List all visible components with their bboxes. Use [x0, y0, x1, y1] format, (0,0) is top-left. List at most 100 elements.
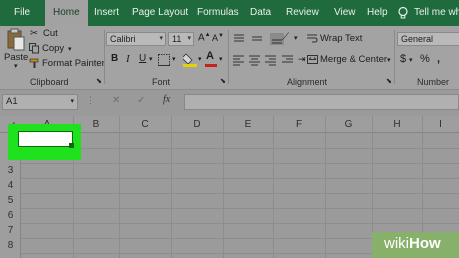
ribbon-divider — [228, 30, 229, 84]
wrap-text-icon[interactable] — [307, 33, 318, 44]
row-header-7[interactable]: 7 — [0, 225, 21, 236]
paste-dropdown-icon[interactable]: ▾ — [14, 62, 18, 70]
column-header-h[interactable]: H — [372, 116, 422, 133]
tab-help[interactable]: Help — [367, 0, 388, 26]
font-group-label: Font — [152, 77, 171, 87]
font-name-value: Calibri — [110, 34, 136, 44]
grid-line — [171, 116, 172, 258]
increase-font-size-icon[interactable]: A▲ — [198, 32, 211, 43]
column-header-i[interactable]: I — [422, 116, 459, 133]
formula-input[interactable] — [184, 94, 459, 110]
chevron-down-icon: ▾ — [70, 98, 74, 105]
tab-file[interactable]: File — [14, 0, 30, 26]
grid-line — [223, 116, 224, 258]
italic-button[interactable]: I — [126, 53, 130, 65]
bold-button[interactable]: B — [111, 53, 118, 64]
row-header-3[interactable]: 3 — [0, 165, 21, 176]
format-painter-icon[interactable] — [29, 58, 40, 69]
row-header-6[interactable]: 6 — [0, 210, 21, 221]
currency-button[interactable]: $ — [400, 53, 406, 65]
increase-indent-icon[interactable]: ⇥ — [298, 54, 306, 65]
tab-insert[interactable]: Insert — [94, 0, 119, 26]
wikihow-watermark: wikiHow — [372, 232, 459, 258]
font-size-select[interactable]: 11 ▾ — [168, 32, 194, 46]
number-format-value: General — [401, 34, 434, 44]
tab-view[interactable]: View — [334, 0, 356, 26]
row-header-8[interactable]: 8 — [0, 240, 21, 251]
chevron-down-icon: ▾ — [187, 35, 191, 42]
merge-center-dropdown-icon[interactable]: ▾ — [387, 56, 391, 64]
horizontal-align-icons[interactable] — [232, 54, 294, 66]
underline-dropdown-icon[interactable]: ▾ — [149, 55, 153, 63]
clipboard-launcher-icon[interactable]: ⬊ — [96, 77, 102, 85]
tab-review[interactable]: Review — [286, 0, 319, 26]
tab-home[interactable]: Home — [45, 0, 88, 26]
copy-dropdown-icon[interactable]: ▾ — [68, 45, 72, 53]
tell-me-search[interactable]: Tell me wha — [414, 0, 459, 26]
grid-line — [0, 208, 459, 209]
number-format-select[interactable]: General — [397, 32, 459, 46]
merge-center-button[interactable]: Merge & Center — [320, 54, 387, 65]
borders-icon[interactable] — [158, 54, 170, 66]
paste-icon[interactable] — [6, 28, 26, 52]
formula-bar: A1 ▾ ⋮ ✕ ✓ fx — [0, 91, 459, 113]
column-header-e[interactable]: E — [223, 116, 273, 133]
font-launcher-icon[interactable]: ⬊ — [220, 77, 226, 85]
comma-style-button[interactable]: , — [437, 53, 440, 65]
formula-bar-grip-icon[interactable]: ⋮ — [86, 95, 95, 106]
font-color-icon[interactable]: A — [206, 50, 214, 62]
ribbon-divider — [394, 30, 395, 84]
font-name-select[interactable]: Calibri ▾ — [106, 32, 166, 46]
merge-center-icon[interactable] — [307, 54, 318, 65]
font-color-swatch — [205, 64, 217, 67]
tab-formulas[interactable]: Formulas — [197, 0, 239, 26]
tab-data[interactable]: Data — [250, 0, 271, 26]
borders-dropdown-icon[interactable]: ▾ — [172, 55, 176, 63]
menu-bar: File Home Insert Page Layout Formulas Da… — [0, 0, 459, 26]
fill-color-icon[interactable] — [183, 51, 197, 67]
cut-icon[interactable]: ✂ — [30, 28, 38, 39]
tab-page-layout[interactable]: Page Layout — [132, 0, 188, 26]
name-box-value: A1 — [6, 96, 18, 107]
grid-line — [0, 223, 459, 224]
orientation-dropdown-icon[interactable]: ▾ — [294, 34, 298, 42]
copy-button[interactable]: Copy — [42, 43, 64, 54]
grid-line — [273, 116, 274, 258]
chevron-down-icon: ▾ — [159, 35, 163, 42]
number-group-label: Number — [417, 77, 450, 87]
fill-handle[interactable] — [69, 143, 74, 148]
column-header-g[interactable]: G — [325, 116, 372, 133]
clipboard-group-label: Clipboard — [30, 77, 69, 87]
grid-line — [119, 116, 120, 258]
insert-function-icon[interactable]: fx — [163, 94, 170, 105]
format-painter-button[interactable]: Format Painter — [42, 58, 105, 69]
ribbon-divider — [104, 30, 105, 84]
grid-line — [0, 163, 459, 164]
column-header-c[interactable]: C — [119, 116, 171, 133]
alignment-launcher-icon[interactable]: ⬊ — [386, 77, 392, 85]
grid-line — [0, 193, 459, 194]
cut-button[interactable]: Cut — [43, 28, 58, 39]
orientation-icon[interactable]: ⟋ — [282, 32, 289, 43]
row-header-5[interactable]: 5 — [0, 195, 21, 206]
excel-window: File Home Insert Page Layout Formulas Da… — [0, 0, 459, 258]
ribbon: Paste ▾ ✂ Cut Copy ▾ Format Painter Clip… — [0, 26, 459, 90]
cancel-icon[interactable]: ✕ — [112, 95, 120, 106]
column-header-d[interactable]: D — [171, 116, 223, 133]
grid-line — [325, 116, 326, 258]
currency-dropdown-icon[interactable]: ▾ — [409, 56, 413, 64]
font-size-value: 11 — [172, 34, 182, 44]
column-header-f[interactable]: F — [273, 116, 325, 133]
percent-button[interactable]: % — [420, 53, 430, 65]
enter-icon[interactable]: ✓ — [137, 95, 145, 106]
fill-color-dropdown-icon[interactable]: ▾ — [198, 55, 202, 63]
decrease-font-size-icon[interactable]: A▼ — [212, 33, 224, 43]
wrap-text-button[interactable]: Wrap Text — [320, 33, 362, 44]
selected-cell-a1[interactable] — [18, 131, 73, 147]
font-color-dropdown-icon[interactable]: ▾ — [219, 55, 223, 63]
copy-icon[interactable] — [29, 43, 40, 54]
wikihow-logo: wikiHow — [384, 235, 441, 252]
name-box[interactable]: A1 ▾ — [2, 94, 78, 110]
underline-button[interactable]: U — [139, 53, 146, 64]
row-header-4[interactable]: 4 — [0, 180, 21, 191]
